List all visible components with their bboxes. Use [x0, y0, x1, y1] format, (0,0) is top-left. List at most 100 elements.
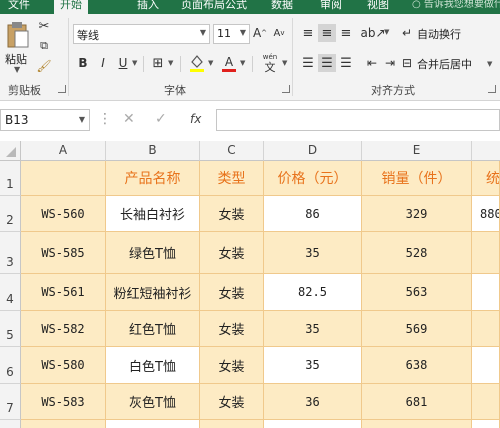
column-header-a[interactable]: A — [21, 141, 106, 161]
paste-button[interactable] — [4, 20, 32, 50]
insert-function-button[interactable]: fx — [190, 112, 201, 126]
font-color-button[interactable]: A — [221, 52, 237, 74]
chevron-down-icon[interactable]: ▼ — [282, 59, 287, 67]
cell-type[interactable]: 女装 — [200, 274, 264, 311]
cell-sales[interactable]: 563 — [362, 274, 472, 311]
cell-code[interactable]: WS-561 — [21, 274, 106, 311]
cell-type[interactable]: 女装 — [200, 347, 264, 384]
cell-type[interactable]: 女装 — [200, 196, 264, 232]
chevron-down-icon[interactable]: ▼ — [208, 59, 213, 67]
cell-sales[interactable]: 329 — [362, 196, 472, 232]
clipboard-launcher-icon[interactable] — [58, 85, 66, 93]
cell-sales[interactable]: 569 — [362, 311, 472, 347]
wrap-text-icon[interactable]: ↵ — [399, 24, 415, 42]
cell-type[interactable]: 女装 — [200, 384, 264, 420]
italic-button[interactable]: I — [95, 54, 111, 72]
chevron-down-icon[interactable]: ▼ — [384, 28, 389, 36]
cell-price[interactable]: 35 — [264, 311, 362, 347]
chevron-down-icon[interactable]: ▼ — [240, 59, 245, 67]
cell-price[interactable]: 35 — [264, 232, 362, 274]
font-name-dropdown[interactable]: 等线 ▼ — [73, 24, 210, 44]
cut-icon[interactable]: ✂ — [36, 18, 52, 34]
cell-type[interactable]: 女装 — [200, 232, 264, 274]
cell-type[interactable]: 女装 — [200, 311, 264, 347]
enter-check-icon[interactable]: ✓ — [155, 111, 167, 127]
row-header-8[interactable] — [0, 420, 21, 428]
row-header-4[interactable]: 4 — [0, 274, 21, 311]
align-top-icon[interactable]: ≡ — [299, 24, 317, 42]
cell-product-name[interactable]: 绿色T恤 — [106, 232, 200, 274]
cell-sales[interactable]: 681 — [362, 384, 472, 420]
cell-price[interactable]: 82.5 — [264, 274, 362, 311]
row-header-1[interactable]: 1 — [0, 161, 21, 196]
copy-icon[interactable]: ⧉ — [36, 38, 52, 54]
header-price[interactable]: 价格（元） — [264, 161, 362, 196]
bold-button[interactable]: B — [75, 54, 91, 72]
row-header-3[interactable]: 3 — [0, 232, 21, 274]
format-painter-icon[interactable]: 🖌 — [36, 58, 52, 74]
cell-e8[interactable] — [362, 420, 472, 428]
chevron-down-icon[interactable]: ▼ — [168, 59, 173, 67]
cell-product-name[interactable]: 白色T恤 — [106, 347, 200, 384]
header-sales[interactable]: 销量（件） — [362, 161, 472, 196]
tab-insert[interactable]: 插入 — [137, 0, 159, 14]
cell-a1[interactable] — [21, 161, 106, 196]
column-header-c[interactable]: C — [200, 141, 264, 161]
cell-a8[interactable] — [21, 420, 106, 428]
underline-button[interactable]: U — [115, 54, 131, 72]
column-header-b[interactable]: B — [106, 141, 200, 161]
phonetic-guide-button[interactable]: wén 文 — [260, 51, 280, 75]
align-bottom-icon[interactable]: ≡ — [337, 24, 355, 42]
borders-icon[interactable]: ⊞ — [150, 54, 166, 72]
select-all-corner[interactable] — [0, 141, 21, 161]
row-header-7[interactable]: 7 — [0, 384, 21, 420]
merge-center-icon[interactable]: ⊟ — [399, 54, 415, 72]
align-middle-icon[interactable]: ≡ — [318, 24, 336, 42]
row-header-5[interactable]: 5 — [0, 311, 21, 347]
header-extra[interactable]: 统 — [472, 161, 500, 196]
merge-center-button[interactable]: 合并后居中 — [417, 56, 472, 72]
cell-sales[interactable]: 528 — [362, 232, 472, 274]
cell-product-name[interactable]: 长袖白衬衫 — [106, 196, 200, 232]
header-type[interactable]: 类型 — [200, 161, 264, 196]
row-header-2[interactable]: 2 — [0, 196, 21, 232]
cell-extra[interactable] — [472, 347, 500, 384]
cell-code[interactable]: WS-585 — [21, 232, 106, 274]
font-size-dropdown[interactable]: 11 ▼ — [213, 24, 250, 44]
cell-price[interactable]: 36 — [264, 384, 362, 420]
cell-c8[interactable] — [200, 420, 264, 428]
cell-extra[interactable]: 880 — [472, 196, 500, 232]
grow-font-button[interactable]: A ^ — [252, 24, 268, 42]
tab-file[interactable]: 文件 — [8, 0, 30, 14]
cell-code[interactable]: WS-560 — [21, 196, 106, 232]
cell-extra[interactable] — [472, 384, 500, 420]
tell-me-search[interactable]: ○ 告诉我您想要做什么 — [412, 0, 500, 14]
cancel-icon[interactable]: ✕ — [123, 111, 135, 127]
cell-d8[interactable] — [264, 420, 362, 428]
chevron-down-icon[interactable]: ▼ — [487, 60, 492, 68]
tab-view[interactable]: 视图 — [367, 0, 389, 14]
tab-page-layout[interactable]: 页面布局 — [181, 0, 225, 14]
decrease-indent-icon[interactable]: ⇤ — [364, 54, 380, 72]
chevron-down-icon[interactable]: ▼ — [132, 59, 137, 67]
header-product-name[interactable]: 产品名称 — [106, 161, 200, 196]
column-header-e[interactable]: E — [362, 141, 472, 161]
tab-review[interactable]: 审阅 — [320, 0, 342, 14]
cell-price[interactable]: 86 — [264, 196, 362, 232]
tab-data[interactable]: 数据 — [271, 0, 293, 14]
wrap-text-button[interactable]: 自动换行 — [417, 26, 461, 42]
cell-sales[interactable]: 638 — [362, 347, 472, 384]
orientation-icon[interactable]: ab↗ — [360, 24, 385, 42]
cell-b8[interactable] — [106, 420, 200, 428]
tab-home[interactable]: 开始 — [54, 0, 88, 14]
cell-product-name[interactable]: 灰色T恤 — [106, 384, 200, 420]
font-launcher-icon[interactable] — [282, 85, 290, 93]
align-right-icon[interactable]: ☰ — [337, 54, 355, 72]
column-header-f[interactable] — [472, 141, 500, 161]
cell-f8[interactable] — [472, 420, 500, 428]
cell-extra[interactable] — [472, 311, 500, 347]
cell-code[interactable]: WS-580 — [21, 347, 106, 384]
cell-product-name[interactable]: 红色T恤 — [106, 311, 200, 347]
cell-product-name[interactable]: 粉红短袖衬衫 — [106, 274, 200, 311]
align-left-icon[interactable]: ☰ — [299, 54, 317, 72]
